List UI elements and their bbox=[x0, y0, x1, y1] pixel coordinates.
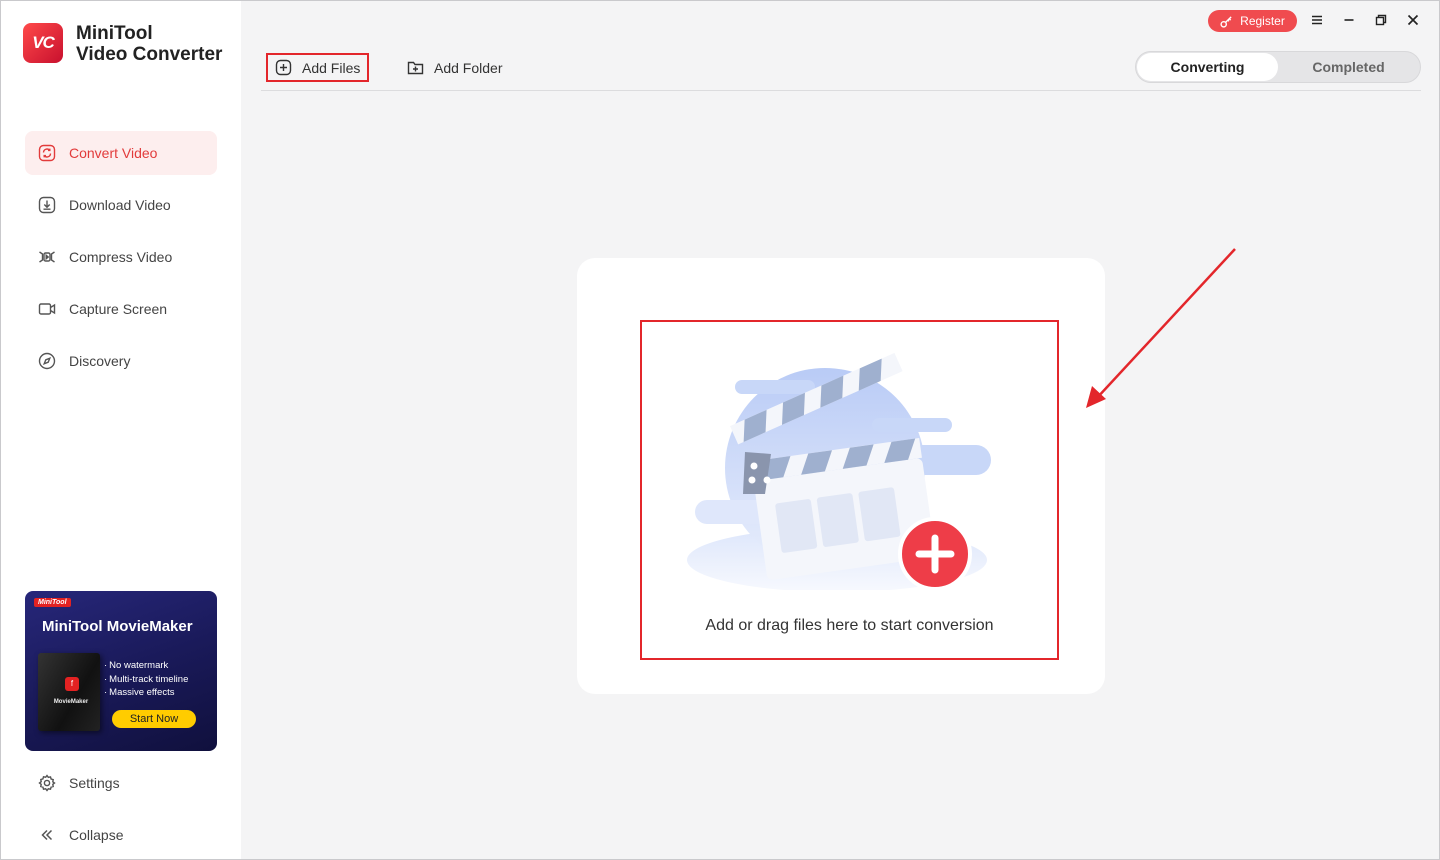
clapperboard-illustration bbox=[687, 352, 991, 590]
download-icon bbox=[38, 196, 56, 214]
minimize-icon bbox=[1344, 19, 1354, 21]
double-chevron-left-icon bbox=[38, 826, 56, 844]
tab-converting[interactable]: Converting bbox=[1137, 53, 1278, 81]
toolbar-divider bbox=[261, 90, 1421, 91]
add-files-button[interactable]: Add Files bbox=[266, 53, 369, 82]
product-box-image: f MovieMaker bbox=[38, 653, 100, 731]
restore-button[interactable] bbox=[1373, 12, 1389, 28]
minimize-button[interactable] bbox=[1341, 12, 1357, 28]
sidebar-item-label: Convert Video bbox=[69, 145, 158, 161]
add-files-label: Add Files bbox=[302, 59, 361, 76]
settings-label: Settings bbox=[69, 775, 120, 791]
close-icon bbox=[1407, 14, 1419, 26]
folder-plus-icon bbox=[407, 59, 424, 76]
register-button[interactable]: Register bbox=[1208, 10, 1297, 32]
annotation-arrow-icon bbox=[1086, 248, 1236, 408]
promo-features: No watermark Multi-track timeline Massiv… bbox=[104, 659, 188, 700]
moviemaker-promo-banner[interactable]: MiniTool MiniTool MovieMaker f MovieMake… bbox=[25, 591, 217, 751]
promo-feature: No watermark bbox=[104, 659, 188, 673]
view-segmented-control: Converting Completed bbox=[1135, 51, 1421, 83]
tab-completed[interactable]: Completed bbox=[1278, 53, 1419, 81]
sidebar-item-label: Capture Screen bbox=[69, 301, 168, 317]
sidebar: VC MiniTool Video Converter Convert Vide… bbox=[1, 1, 241, 859]
brand-name: MiniTool bbox=[76, 23, 153, 44]
settings-button[interactable]: Settings bbox=[38, 774, 120, 792]
sidebar-nav: Convert Video Download Video Compress Vi… bbox=[25, 131, 217, 391]
add-folder-label: Add Folder bbox=[434, 59, 503, 76]
sidebar-item-download-video[interactable]: Download Video bbox=[25, 183, 217, 227]
camera-icon bbox=[38, 300, 56, 318]
start-now-button[interactable]: Start Now bbox=[112, 710, 196, 728]
app-window: VC MiniTool Video Converter Convert Vide… bbox=[0, 0, 1440, 860]
collapse-button[interactable]: Collapse bbox=[38, 826, 123, 844]
menu-button[interactable] bbox=[1309, 12, 1325, 28]
collapse-label: Collapse bbox=[69, 827, 124, 843]
sidebar-item-convert-video[interactable]: Convert Video bbox=[25, 131, 217, 175]
sidebar-item-label: Discovery bbox=[69, 353, 131, 369]
key-icon bbox=[1220, 15, 1232, 28]
convert-icon bbox=[38, 144, 56, 162]
promo-title: MiniTool MovieMaker bbox=[42, 618, 193, 635]
gear-icon bbox=[38, 774, 56, 792]
sidebar-item-label: Compress Video bbox=[69, 249, 173, 265]
hamburger-menu-icon bbox=[1312, 15, 1322, 25]
brand: VC MiniTool Video Converter bbox=[23, 23, 222, 65]
register-label: Register bbox=[1240, 14, 1285, 28]
moviemaker-logo-icon: f bbox=[65, 677, 79, 691]
close-button[interactable] bbox=[1405, 12, 1421, 28]
file-drop-zone[interactable]: Add or drag files here to start conversi… bbox=[640, 320, 1059, 660]
product-box-label: MovieMaker bbox=[53, 699, 89, 705]
compass-icon bbox=[38, 352, 56, 370]
drop-zone-hint: Add or drag files here to start conversi… bbox=[705, 617, 994, 634]
product-name: Video Converter bbox=[76, 44, 223, 65]
promo-feature: Massive effects bbox=[104, 686, 188, 700]
sidebar-item-discovery[interactable]: Discovery bbox=[25, 339, 217, 383]
sidebar-item-compress-video[interactable]: Compress Video bbox=[25, 235, 217, 279]
promo-feature: Multi-track timeline bbox=[104, 673, 188, 687]
add-folder-button[interactable]: Add Folder bbox=[407, 53, 502, 82]
restore-icon bbox=[1375, 14, 1387, 26]
sidebar-item-capture-screen[interactable]: Capture Screen bbox=[25, 287, 217, 331]
app-logo: VC bbox=[23, 23, 63, 63]
promo-brand-badge: MiniTool bbox=[34, 598, 71, 607]
compress-icon bbox=[38, 248, 56, 266]
plus-square-icon bbox=[275, 59, 292, 76]
sidebar-item-label: Download Video bbox=[69, 197, 171, 213]
